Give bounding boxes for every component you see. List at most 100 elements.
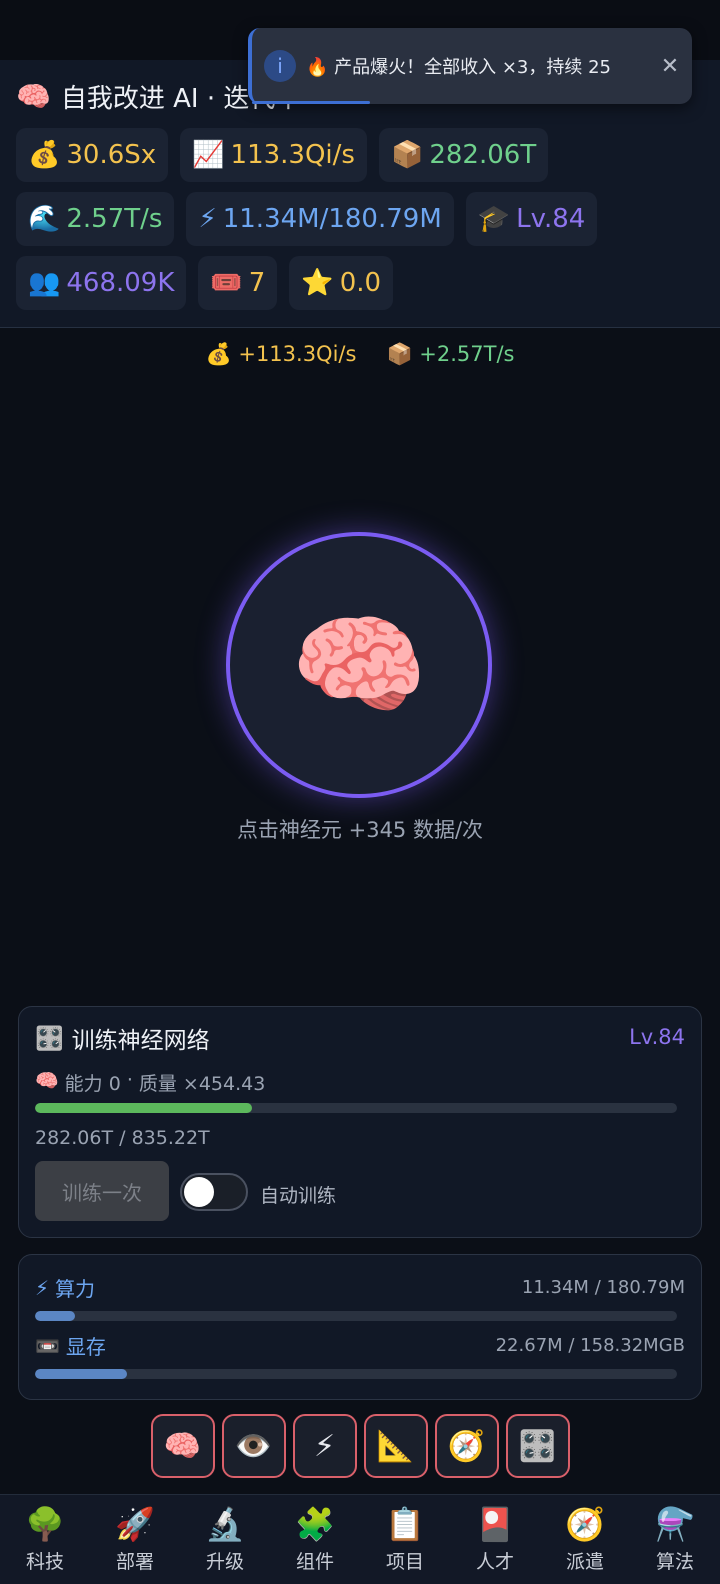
nav-item-talent[interactable]: 🎴 人才 [450, 1495, 540, 1584]
resources-card: ⚡ 算力 11.34M / 180.79M 📼 显存 22.67M / 158.… [18, 1254, 702, 1400]
neuron-hint: 点击神经元 +345 数据/次 [236, 818, 484, 842]
brain-icon: 🧠 [290, 600, 428, 729]
compute-bar-fill [35, 1311, 76, 1321]
tech-icon: 🌳 [25, 1505, 65, 1543]
package-icon: 📦 [390, 140, 424, 170]
nav-item-label: 项目 [385, 1551, 424, 1573]
data-rate-text: +2.57T/s [419, 342, 515, 366]
bottom-nav: 🌳 科技 🚀 部署 🔬 升级 🧩 组件 📋 项目 🎴 人才 🧭 派遣 ⚗️ 算法 [0, 1494, 720, 1584]
stat-stars[interactable]: ⭐ 0.0 [289, 256, 394, 310]
eye-icon: 👁️ [234, 1428, 273, 1464]
compute-bar [35, 1311, 677, 1321]
train-header: 🎛️ 训练神经网络 [35, 1021, 210, 1055]
nav-item-label: 派遣 [565, 1551, 604, 1573]
toast-timer-bar [252, 101, 370, 104]
dispatch-icon: 🧭 [565, 1505, 605, 1543]
lightning-icon: ⚡ [35, 1275, 50, 1300]
wave-icon: 🌊 [28, 204, 61, 234]
money-bag-icon: 💰 [205, 342, 232, 366]
stat-level[interactable]: 🎓 Lv.84 [465, 192, 598, 246]
nav-item-tech[interactable]: 🌳 科技 [0, 1495, 90, 1584]
train-once-button[interactable]: 训练一次 [35, 1161, 169, 1221]
components-icon: 🧩 [295, 1505, 335, 1543]
stat-income-rate-value: 113.3Qi/s [230, 140, 355, 170]
train-progress-fill [35, 1103, 252, 1113]
brain-icon: 🧠 [163, 1428, 202, 1464]
compute-label: 算力 [55, 1277, 96, 1301]
auto-train-toggle[interactable] [180, 1173, 248, 1211]
toggle-knob [184, 1177, 214, 1207]
lightning-icon: ⚡ [313, 1428, 336, 1464]
quick-button-lightning[interactable]: ⚡ [292, 1414, 357, 1478]
upgrade-icon: 🔬 [205, 1505, 245, 1543]
compute-value: 11.34M / 180.79M [521, 1277, 685, 1298]
deploy-icon: 🚀 [115, 1505, 155, 1543]
control-knobs-icon: 🎛️ [35, 1025, 64, 1052]
rate-summary: 💰 +113.3Qi/s 📦 +2.57T/s [0, 342, 720, 367]
users-icon: 👥 [28, 268, 61, 298]
videocassette-icon: 📼 [35, 1333, 60, 1358]
memory-bar [35, 1369, 677, 1379]
train-card: 🎛️ 训练神经网络 Lv.84 🧠 能力 0 · 质量 ×454.43 282.… [18, 1006, 702, 1238]
info-icon: i [264, 50, 296, 82]
stat-stars-value: 0.0 [339, 268, 382, 298]
memory-label: 显存 [65, 1335, 106, 1359]
compute-label-group: ⚡ 算力 [35, 1273, 95, 1302]
ruler-icon: 📐 [376, 1428, 415, 1464]
stat-compute[interactable]: ⚡ 11.34M/180.79M [186, 192, 454, 246]
nav-item-label: 部署 [115, 1551, 154, 1573]
stat-tickets[interactable]: 🎟️ 7 [198, 256, 278, 310]
train-level: Lv.84 [629, 1025, 685, 1049]
nav-item-components[interactable]: 🧩 组件 [270, 1495, 360, 1584]
stat-data-value: 282.06T [429, 140, 537, 170]
nav-item-upgrade[interactable]: 🔬 升级 [180, 1495, 270, 1584]
separator: · [126, 1069, 133, 1091]
stat-data[interactable]: 📦 282.06T [378, 128, 549, 182]
brain-icon: 🧠 [35, 1070, 59, 1092]
stat-tickets-value: 7 [248, 268, 266, 298]
auto-train-label: 自动训练 [260, 1185, 337, 1207]
quick-button-brain[interactable]: 🧠 [150, 1414, 215, 1478]
quick-button-compass[interactable]: 🧭 [434, 1414, 499, 1478]
nav-item-projects[interactable]: 📋 项目 [360, 1495, 450, 1584]
brain-icon: 🧠 [16, 79, 51, 113]
quick-button-control-knobs[interactable]: 🎛️ [505, 1414, 570, 1478]
stat-level-value: Lv.84 [516, 204, 586, 234]
projects-icon: 📋 [385, 1505, 425, 1543]
nav-item-label: 组件 [295, 1551, 334, 1573]
star-icon: ⭐ [301, 268, 334, 298]
nav-item-label: 升级 [205, 1551, 244, 1573]
close-icon[interactable]: ✕ [658, 54, 682, 79]
nav-item-dispatch[interactable]: 🧭 派遣 [540, 1495, 630, 1584]
lightning-icon: ⚡ [198, 204, 217, 234]
quick-button-ruler[interactable]: 📐 [363, 1414, 428, 1478]
stat-income-rate[interactable]: 📈 113.3Qi/s [180, 128, 367, 182]
graduation-cap-icon: 🎓 [477, 204, 511, 234]
talent-icon: 🎴 [475, 1505, 515, 1543]
nav-item-deploy[interactable]: 🚀 部署 [90, 1495, 180, 1584]
neuron-button[interactable]: 🧠 [226, 532, 492, 798]
memory-bar-fill [35, 1369, 127, 1379]
chart-up-icon: 📈 [192, 140, 225, 170]
quick-button-eye[interactable]: 👁️ [221, 1414, 286, 1478]
toast-notification: i 🔥 产品爆火！全部收入 ×3，持续 25 ✕ [248, 28, 692, 104]
memory-label-group: 📼 显存 [35, 1331, 106, 1360]
nav-item-label: 人才 [475, 1551, 514, 1573]
money-bag-icon: 💰 [28, 140, 61, 170]
package-icon: 📦 [386, 342, 413, 366]
quick-action-bar: 🧠 👁️ ⚡ 📐 🧭 🎛️ [0, 1414, 720, 1478]
nav-item-algorithm[interactable]: ⚗️ 算法 [630, 1495, 720, 1584]
train-progress-text: 282.06T / 835.22T [35, 1127, 210, 1149]
nav-item-label: 科技 [25, 1551, 64, 1573]
stat-chips: 💰 30.6Sx 📈 113.3Qi/s 📦 282.06T 🌊 2.57T/s… [16, 128, 706, 310]
compass-icon: 🧭 [447, 1428, 486, 1464]
stat-data-rate[interactable]: 🌊 2.57T/s [16, 192, 175, 246]
stat-data-rate-value: 2.57T/s [66, 204, 163, 234]
train-title: 训练神经网络 [71, 1028, 210, 1054]
ticket-icon: 🎟️ [210, 268, 243, 298]
stat-money[interactable]: 💰 30.6Sx [16, 128, 169, 182]
toast-message: 🔥 产品爆火！全部收入 ×3，持续 25 [306, 57, 612, 78]
memory-row: 📼 显存 22.67M / 158.32MGB [35, 1331, 685, 1360]
stat-users[interactable]: 👥 468.09K [16, 256, 187, 310]
train-progress-bar [35, 1103, 677, 1113]
